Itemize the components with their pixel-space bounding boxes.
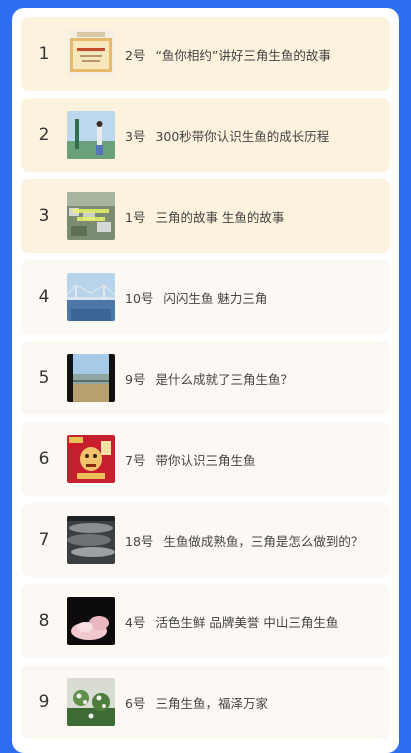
- item-title: 1号 三角的故事 生鱼的故事: [125, 209, 285, 225]
- rank-number: 2: [38, 125, 50, 145]
- list-item[interactable]: 6 7号 带你认识三角生鱼: [21, 422, 390, 496]
- rank-number: 7: [38, 530, 50, 550]
- rank-number: 3: [38, 206, 50, 226]
- mascot-poster-thumbnail: [67, 435, 115, 483]
- item-title: 6号 三角生鱼，福泽万家: [125, 695, 268, 711]
- list-item[interactable]: 3 1号 三角的故事 生鱼的故事: [21, 179, 390, 253]
- flower-photo-thumbnail: [67, 678, 115, 726]
- rank-number: 4: [38, 287, 50, 307]
- fish-photo-thumbnail: [67, 516, 115, 564]
- rank-number: 6: [38, 449, 50, 469]
- list-item[interactable]: 7 18号 生鱼做成熟鱼，三角是怎么做到的？: [21, 503, 390, 577]
- rank-number: 5: [38, 368, 50, 388]
- item-title: 2号 “鱼你相约”讲好三角生鱼的故事: [125, 47, 331, 63]
- rank-number: 9: [38, 692, 50, 712]
- item-title: 18号 生鱼做成熟鱼，三角是怎么做到的？: [125, 533, 364, 549]
- item-title: 3号 300秒带你认识生鱼的成长历程: [125, 128, 330, 144]
- rank-number: 1: [38, 44, 50, 64]
- rank-number: 8: [38, 611, 50, 631]
- ranking-panel: 1 2号 “鱼你相约”讲好三角生鱼的故事 2 3号 300秒带你认识生鱼的成长历…: [12, 8, 399, 753]
- list-item[interactable]: 5 9号 是什么成就了三角生鱼？: [21, 341, 390, 415]
- certificate-thumbnail: [67, 30, 115, 78]
- list-item[interactable]: 9 6号 三角生鱼，福泽万家: [21, 665, 390, 739]
- fish-fillet-thumbnail: [67, 597, 115, 645]
- list-item[interactable]: 8 4号 活色生鲜 品牌美誉 中山三角生鱼: [21, 584, 390, 658]
- item-title: 10号 闪闪生鱼 魅力三角: [125, 290, 268, 306]
- item-title: 9号 是什么成就了三角生鱼？: [125, 371, 293, 387]
- item-title: 4号 活色生鲜 品牌美誉 中山三角生鱼: [125, 614, 339, 630]
- bridge-photo-thumbnail: [67, 273, 115, 321]
- item-title: 7号 带你认识三角生鱼: [125, 452, 256, 468]
- monument-photo-thumbnail: [67, 111, 115, 159]
- list-item[interactable]: 2 3号 300秒带你认识生鱼的成长历程: [21, 98, 390, 172]
- list-item[interactable]: 1 2号 “鱼你相约”讲好三角生鱼的故事: [21, 17, 390, 91]
- river-photo-thumbnail: [67, 354, 115, 402]
- list-item[interactable]: 4 10号 闪闪生鱼 魅力三角: [21, 260, 390, 334]
- aerial-town-thumbnail: [67, 192, 115, 240]
